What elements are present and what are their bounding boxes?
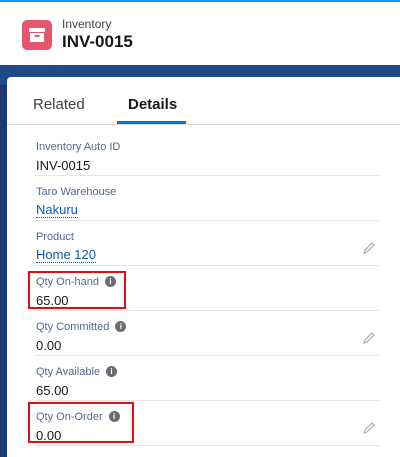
field-qty-committed: Qty Committed i 0.00	[35, 311, 380, 356]
field-value: INV-0015	[36, 158, 91, 173]
inventory-archive-icon	[22, 20, 52, 50]
highlight-box-qty-on-order	[28, 402, 134, 443]
field-label: Qty Committed i	[36, 321, 127, 333]
tab-related[interactable]: Related	[33, 96, 85, 113]
field-value: 65.00	[36, 383, 69, 398]
pencil-edit-icon[interactable]	[362, 421, 376, 435]
field-product: Product Home 120	[35, 221, 380, 266]
field-label-text: Qty Available	[36, 366, 101, 378]
record-detail-card: Related Details Inventory Auto ID INV-00…	[7, 77, 400, 457]
field-value: 0.00	[36, 338, 62, 353]
field-taro-warehouse: Taro Warehouse Nakuru	[35, 176, 380, 221]
warehouse-link[interactable]: Nakuru	[36, 203, 78, 218]
field-label-text: Qty Committed	[36, 321, 110, 333]
record-header: Inventory INV-0015	[0, 0, 400, 65]
tab-details[interactable]: Details	[128, 96, 177, 113]
field-label: Product	[36, 231, 74, 243]
active-tab-indicator	[117, 121, 186, 124]
info-icon[interactable]: i	[115, 321, 127, 332]
tab-bar: Related Details	[7, 77, 400, 125]
product-link[interactable]: Home 120	[36, 248, 96, 263]
field-label: Qty Available i	[36, 366, 118, 378]
info-icon[interactable]: i	[106, 366, 118, 377]
object-type-label: Inventory	[62, 17, 112, 31]
highlight-box-qty-on-hand	[28, 271, 126, 309]
pencil-edit-icon[interactable]	[362, 331, 376, 345]
pencil-edit-icon[interactable]	[362, 241, 376, 255]
field-label: Inventory Auto ID	[36, 141, 121, 153]
field-inventory-auto-id: Inventory Auto ID INV-0015	[35, 131, 380, 176]
field-label: Taro Warehouse	[36, 186, 117, 198]
field-qty-available: Qty Available i 65.00	[35, 356, 380, 401]
record-title: INV-0015	[62, 32, 133, 51]
